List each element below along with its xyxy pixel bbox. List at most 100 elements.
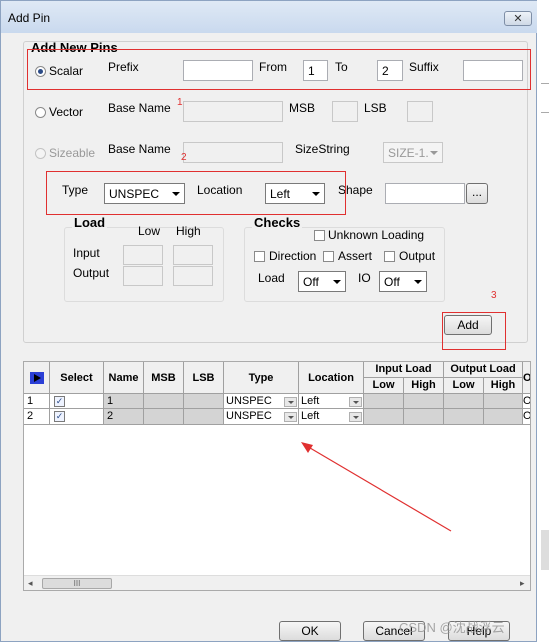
row-output-low-cell[interactable] [444, 409, 484, 425]
col-select-header[interactable]: Select [50, 362, 104, 394]
shape-browse-button[interactable]: ... [466, 183, 488, 204]
row-number[interactable]: 1 [24, 394, 50, 409]
row-input-low-cell[interactable] [364, 409, 404, 425]
row-truncated-cell[interactable]: O [523, 394, 530, 409]
row-msb-cell[interactable] [144, 409, 184, 425]
assert-label: Assert [338, 249, 373, 263]
output-low-field[interactable] [123, 266, 163, 286]
close-button[interactable]: ✕ [504, 11, 532, 26]
row-type-cell[interactable]: UNSPEC [224, 409, 299, 425]
row-input-low-cell[interactable] [364, 394, 404, 409]
checks-load-label: Load [258, 271, 285, 285]
shape-input[interactable] [385, 183, 465, 204]
col-output-high-header[interactable]: High [484, 378, 523, 394]
unknown-loading-label: Unknown Loading [328, 228, 425, 242]
row-input-high-cell[interactable] [404, 394, 444, 409]
grid-corner[interactable] [24, 362, 50, 394]
col-msb-header[interactable]: MSB [144, 362, 184, 394]
chevron-down-icon[interactable] [284, 412, 297, 422]
msb-input[interactable] [332, 101, 358, 122]
row-msb-cell[interactable] [144, 394, 184, 409]
row-truncated-cell[interactable]: O [523, 409, 530, 425]
chevron-down-icon [333, 280, 341, 284]
col-input-high-header[interactable]: High [404, 378, 444, 394]
row-select-checkbox[interactable]: ✓ [54, 411, 65, 422]
chevron-down-icon[interactable] [284, 397, 297, 407]
annotation-box-2 [46, 171, 346, 215]
row-output-high-cell[interactable] [484, 409, 523, 425]
horizontal-scrollbar[interactable]: ◂ III ▸ [24, 575, 530, 590]
vector-label: Vector [49, 105, 84, 119]
row-number[interactable]: 2 [24, 409, 50, 425]
input-high-field[interactable] [173, 245, 213, 265]
sizestring-label: SizeString [295, 142, 350, 156]
col-output-load-header[interactable]: Output Load [444, 362, 523, 378]
row-lsb-cell[interactable] [184, 409, 224, 425]
col-output-low-header[interactable]: Low [444, 378, 484, 394]
col-lsb-header[interactable]: LSB [184, 362, 224, 394]
direction-checkbox[interactable] [254, 251, 265, 262]
chevron-down-icon[interactable] [349, 397, 362, 407]
checks-load-select[interactable]: Off [298, 271, 346, 292]
annotation-arrowhead [301, 442, 313, 453]
col-name-header[interactable]: Name [104, 362, 144, 394]
output-checkbox[interactable] [384, 251, 395, 262]
checks-load-value: Off [303, 275, 319, 289]
scroll-right-icon[interactable]: ▸ [520, 578, 525, 589]
load-high-label: High [176, 224, 201, 238]
background-window-block [541, 530, 549, 570]
unknown-loading-checkbox[interactable] [314, 230, 325, 241]
ok-button[interactable]: OK [279, 621, 341, 641]
annotation-arrow [301, 442, 452, 532]
window-title: Add Pin [8, 11, 51, 25]
annotation-box-1 [27, 49, 531, 90]
chevron-down-icon[interactable] [349, 412, 362, 422]
row-name-cell[interactable]: 1 [104, 394, 144, 409]
input-low-field[interactable] [123, 245, 163, 265]
row-select-cell[interactable]: ✓ [50, 409, 104, 425]
annotation-number-2: 2 [181, 152, 187, 163]
row-select-cell[interactable]: ✓ [50, 394, 104, 409]
row-name-cell[interactable]: 2 [104, 409, 144, 425]
add-pin-dialog: Add Pin ✕ Add New Pins Scalar Prefix Fro… [0, 0, 538, 642]
scroll-left-icon[interactable]: ◂ [28, 578, 33, 589]
annotation-arrow-line [304, 444, 452, 532]
play-icon [30, 372, 44, 384]
row-type-cell[interactable]: UNSPEC [224, 394, 299, 409]
row-lsb-cell[interactable] [184, 394, 224, 409]
row-output-low-cell[interactable] [444, 394, 484, 409]
direction-label: Direction [269, 249, 317, 263]
sizeable-base-name-input[interactable] [183, 142, 283, 163]
io-select[interactable]: Off [379, 271, 427, 292]
row-output-high-cell[interactable] [484, 394, 523, 409]
col-input-low-header[interactable]: Low [364, 378, 404, 394]
lsb-input[interactable] [407, 101, 433, 122]
load-title: Load [72, 215, 108, 230]
row-location-cell[interactable]: Left [299, 409, 364, 425]
output-label: Output [399, 249, 436, 263]
vector-base-name-label: Base Name [108, 101, 171, 115]
row-location-cell[interactable]: Left [299, 394, 364, 409]
row-select-checkbox[interactable]: ✓ [54, 396, 65, 407]
checks-title: Checks [252, 215, 303, 230]
assert-checkbox[interactable] [323, 251, 334, 262]
col-location-header[interactable]: Location [299, 362, 364, 394]
background-window-line [541, 112, 549, 113]
vector-base-name-input[interactable] [183, 101, 283, 122]
sizeable-radio[interactable] [35, 148, 46, 159]
watermark: CSDN @沈战浮云 [399, 620, 505, 635]
msb-label: MSB [289, 101, 316, 115]
scroll-thumb[interactable]: III [42, 578, 112, 589]
row-input-high-cell[interactable] [404, 409, 444, 425]
row-type-value: UNSPEC [226, 395, 272, 407]
col-type-header[interactable]: Type [224, 362, 299, 394]
output-high-field[interactable] [173, 266, 213, 286]
sizestring-select[interactable]: SIZE-1. [383, 142, 443, 163]
io-label: IO [358, 271, 371, 285]
col-input-load-header[interactable]: Input Load [364, 362, 444, 378]
chevron-down-icon [430, 151, 438, 155]
annotation-box-3 [442, 312, 506, 350]
col-truncated-header[interactable]: O [523, 362, 530, 394]
vector-radio[interactable] [35, 107, 46, 118]
row-location-value: Left [301, 395, 320, 407]
